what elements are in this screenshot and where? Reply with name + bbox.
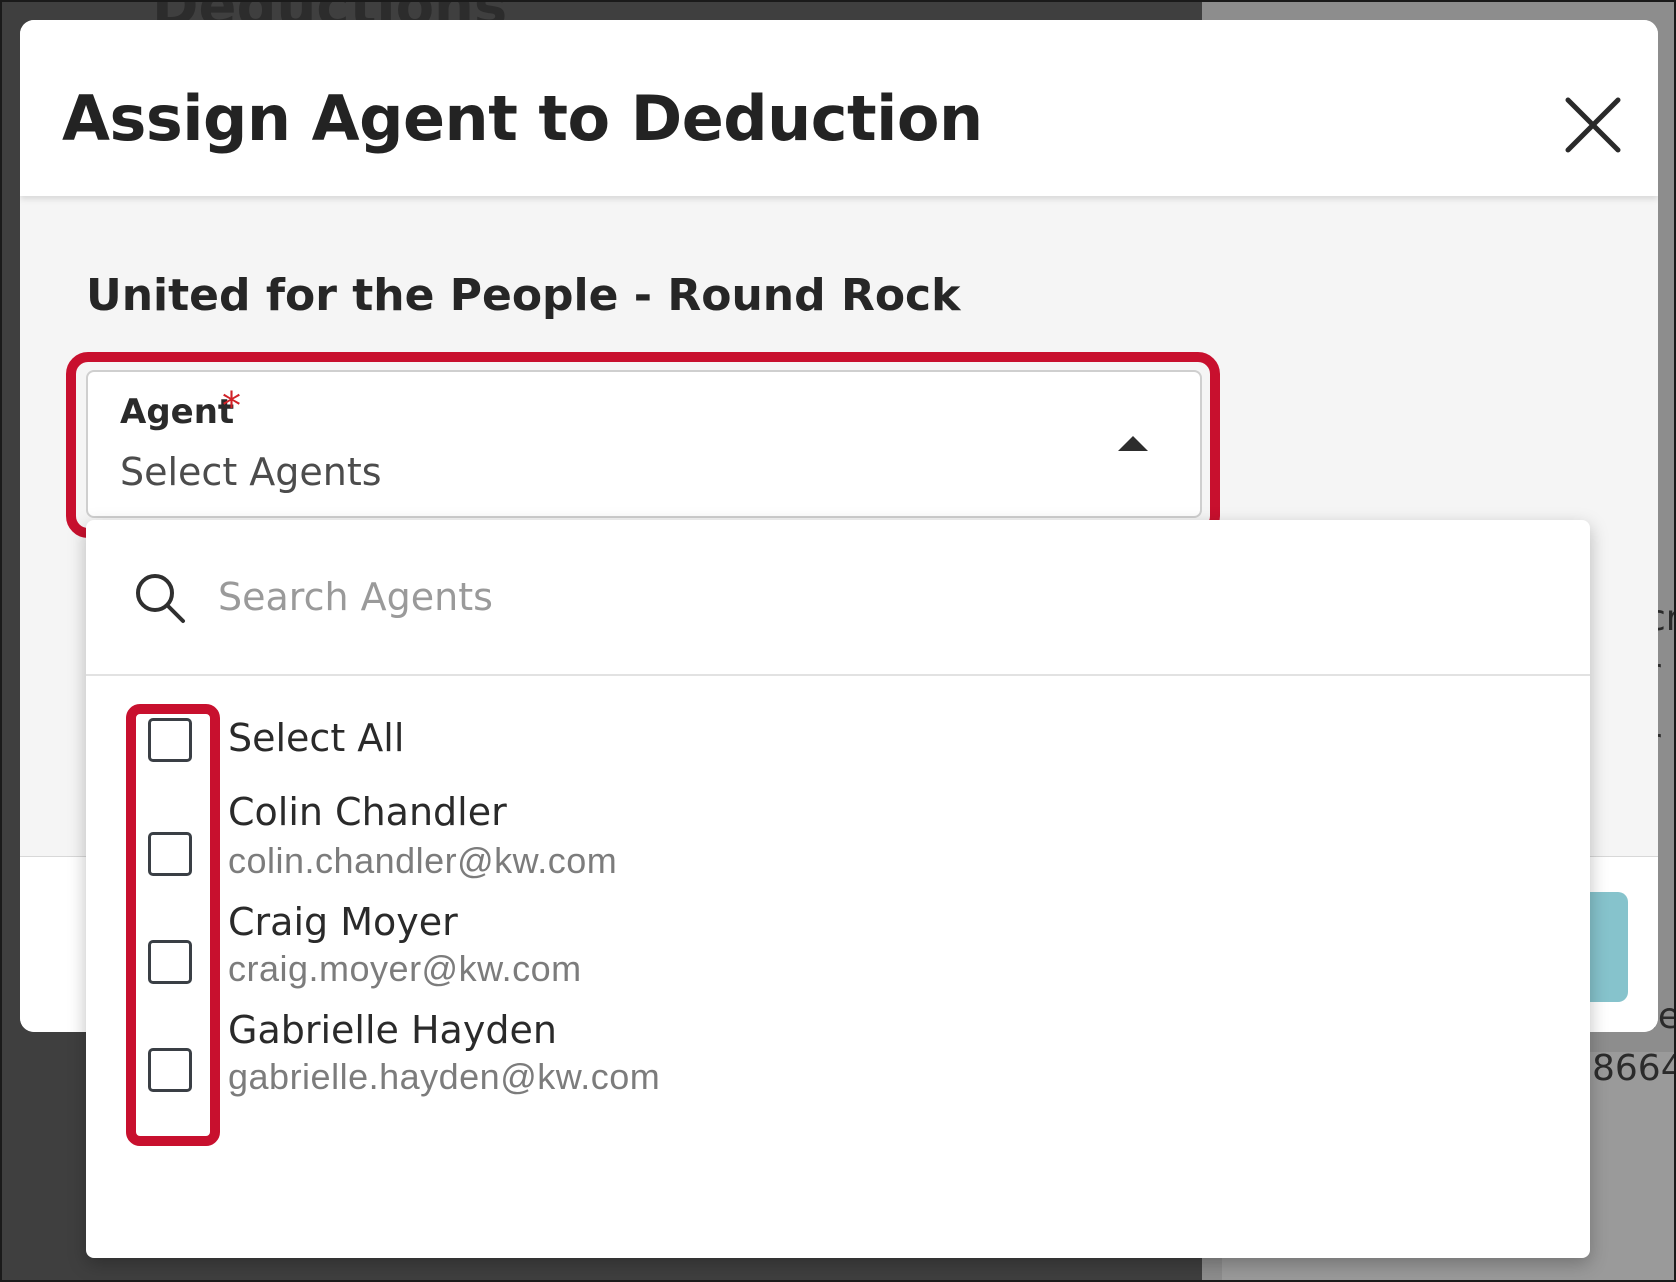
background-fragment: 8664	[1592, 1048, 1676, 1089]
select-all-option[interactable]: Select All	[86, 680, 1590, 780]
select-all-checkbox[interactable]	[148, 718, 192, 762]
agent-dropdown-panel: Select All Colin Chandler colin.chandler…	[86, 520, 1590, 1258]
modal-header: Assign Agent to Deduction	[20, 20, 1658, 196]
agent-option[interactable]: Craig Moyer craig.moyer@kw.com	[86, 900, 1590, 1008]
modal-title: Assign Agent to Deduction	[62, 82, 983, 155]
required-indicator: *	[222, 384, 241, 428]
agent-select-placeholder: Select Agents	[120, 450, 382, 494]
agent-name: Gabrielle Hayden	[228, 1008, 557, 1052]
search-icon	[136, 574, 185, 623]
agent-checkbox[interactable]	[148, 1048, 192, 1092]
office-name: United for the People - Round Rock	[86, 270, 961, 321]
select-all-label: Select All	[228, 716, 405, 760]
agent-search-input[interactable]	[216, 566, 1520, 628]
agent-option[interactable]: Gabrielle Hayden gabrielle.hayden@kw.com	[86, 1008, 1590, 1116]
caret-up-icon[interactable]	[1118, 436, 1148, 451]
screenshot-frame: Deductions cr r r ole Valley 8664 Assign…	[0, 0, 1676, 1282]
close-button[interactable]	[1554, 86, 1632, 164]
agent-checkbox[interactable]	[148, 940, 192, 984]
agent-field-label: Agent	[120, 392, 235, 432]
agent-search-row	[86, 520, 1590, 676]
agent-email: craig.moyer@kw.com	[228, 948, 582, 989]
agent-email: gabrielle.hayden@kw.com	[228, 1056, 661, 1097]
agent-select[interactable]: Agent * Select Agents	[86, 370, 1202, 518]
agent-name: Craig Moyer	[228, 900, 458, 944]
agent-checkbox[interactable]	[148, 832, 192, 876]
agent-option[interactable]: Colin Chandler colin.chandler@kw.com	[86, 790, 1590, 898]
close-icon	[1565, 97, 1621, 153]
agent-name: Colin Chandler	[228, 790, 507, 834]
agent-email: colin.chandler@kw.com	[228, 840, 618, 881]
